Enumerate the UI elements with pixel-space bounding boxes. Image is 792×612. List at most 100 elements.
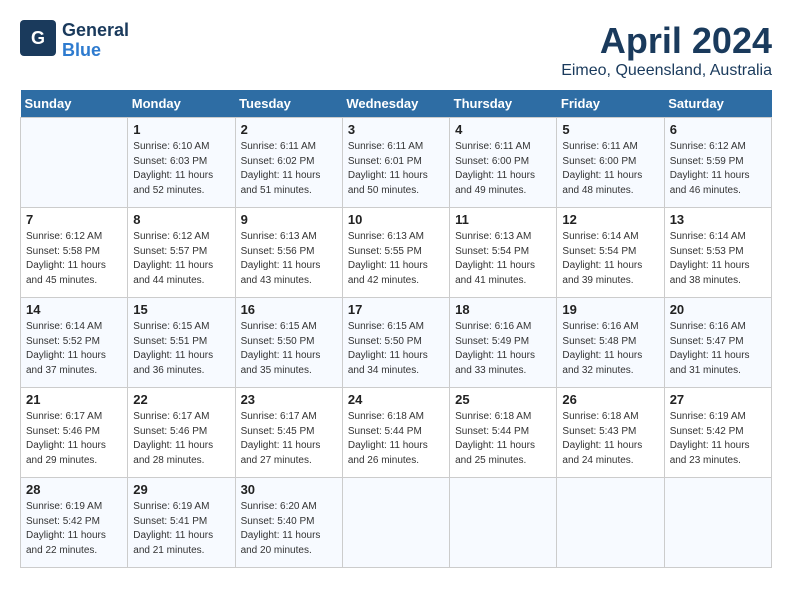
header-monday: Monday — [128, 90, 235, 118]
day-info: Sunrise: 6:17 AM Sunset: 5:46 PM Dayligh… — [133, 410, 229, 468]
logo: G General Blue — [20, 20, 129, 61]
logo-text: General Blue — [62, 21, 129, 61]
day-number: 26 — [562, 392, 658, 407]
day-number: 19 — [562, 302, 658, 317]
header-thursday: Thursday — [450, 90, 557, 118]
header-tuesday: Tuesday — [235, 90, 342, 118]
calendar-cell: 8 Sunrise: 6:12 AM Sunset: 5:57 PM Daylig… — [128, 208, 235, 298]
day-info: Sunrise: 6:13 AM Sunset: 5:56 PM Dayligh… — [241, 230, 337, 288]
calendar-cell: 16 Sunrise: 6:15 AM Sunset: 5:50 PM Dayli… — [235, 298, 342, 388]
day-number: 16 — [241, 302, 337, 317]
day-info: Sunrise: 6:17 AM Sunset: 5:46 PM Dayligh… — [26, 410, 122, 468]
day-info: Sunrise: 6:14 AM Sunset: 5:53 PM Dayligh… — [670, 230, 766, 288]
calendar-cell: 25Sunrise: 6:18 AM Sunset: 5:44 PM Dayli… — [450, 388, 557, 478]
calendar-table: SundayMondayTuesdayWednesdayThursdayFrid… — [20, 90, 772, 568]
header-sunday: Sunday — [21, 90, 128, 118]
day-number: 7 — [26, 212, 122, 227]
calendar-cell: 29Sunrise: 6:19 AM Sunset: 5:41 PM Dayli… — [128, 478, 235, 568]
week-row-2: 7 Sunrise: 6:12 AM Sunset: 5:58 PM Daylig… — [21, 208, 772, 298]
calendar-cell: 6 Sunrise: 6:12 AM Sunset: 5:59 PM Daylig… — [664, 118, 771, 208]
day-number: 29 — [133, 482, 229, 497]
header-wednesday: Wednesday — [342, 90, 449, 118]
day-number: 24 — [348, 392, 444, 407]
svg-text:G: G — [31, 28, 45, 48]
calendar-cell: 23 Sunrise: 6:17 AM Sunset: 5:45 PM Dayli… — [235, 388, 342, 478]
day-number: 10 — [348, 212, 444, 227]
calendar-cell: 1 Sunrise: 6:10 AM Sunset: 6:03 PM Daylig… — [128, 118, 235, 208]
calendar-cell: 22Sunrise: 6:17 AM Sunset: 5:46 PM Dayli… — [128, 388, 235, 478]
day-number: 27 — [670, 392, 766, 407]
day-info: Sunrise: 6:18 AM Sunset: 5:44 PM Dayligh… — [455, 410, 551, 468]
month-title: April 2024 — [561, 20, 772, 62]
day-info: Sunrise: 6:13 AM Sunset: 5:54 PM Dayligh… — [455, 230, 551, 288]
day-number: 5 — [562, 122, 658, 137]
day-number: 6 — [670, 122, 766, 137]
day-info: Sunrise: 6:16 AM Sunset: 5:49 PM Dayligh… — [455, 320, 551, 378]
calendar-cell: 26 Sunrise: 6:18 AM Sunset: 5:43 PM Dayli… — [557, 388, 664, 478]
day-info: Sunrise: 6:19 AM Sunset: 5:42 PM Dayligh… — [26, 500, 122, 558]
day-info: Sunrise: 6:15 AM Sunset: 5:50 PM Dayligh… — [348, 320, 444, 378]
calendar-cell: 12Sunrise: 6:14 AM Sunset: 5:54 PM Dayli… — [557, 208, 664, 298]
day-number: 12 — [562, 212, 658, 227]
calendar-cell: 2 Sunrise: 6:11 AM Sunset: 6:02 PM Daylig… — [235, 118, 342, 208]
day-number: 18 — [455, 302, 551, 317]
calendar-cell — [450, 478, 557, 568]
calendar-cell: 30 Sunrise: 6:20 AM Sunset: 5:40 PM Dayli… — [235, 478, 342, 568]
day-info: Sunrise: 6:11 AM Sunset: 6:00 PM Dayligh… — [455, 140, 551, 198]
day-number: 15 — [133, 302, 229, 317]
day-info: Sunrise: 6:11 AM Sunset: 6:00 PM Dayligh… — [562, 140, 658, 198]
day-info: Sunrise: 6:12 AM Sunset: 5:59 PM Dayligh… — [670, 140, 766, 198]
day-info: Sunrise: 6:10 AM Sunset: 6:03 PM Dayligh… — [133, 140, 229, 198]
day-info: Sunrise: 6:11 AM Sunset: 6:01 PM Dayligh… — [348, 140, 444, 198]
day-number: 21 — [26, 392, 122, 407]
day-number: 17 — [348, 302, 444, 317]
day-number: 4 — [455, 122, 551, 137]
day-number: 20 — [670, 302, 766, 317]
header-saturday: Saturday — [664, 90, 771, 118]
week-row-5: 28 Sunrise: 6:19 AM Sunset: 5:42 PM Dayli… — [21, 478, 772, 568]
page-header: G General Blue April 2024 Eimeo, Queensl… — [20, 20, 772, 80]
calendar-cell: 24 Sunrise: 6:18 AM Sunset: 5:44 PM Dayli… — [342, 388, 449, 478]
day-number: 2 — [241, 122, 337, 137]
day-number: 9 — [241, 212, 337, 227]
day-info: Sunrise: 6:12 AM Sunset: 5:58 PM Dayligh… — [26, 230, 122, 288]
logo-icon: G — [20, 20, 56, 56]
day-number: 30 — [241, 482, 337, 497]
day-info: Sunrise: 6:16 AM Sunset: 5:48 PM Dayligh… — [562, 320, 658, 378]
day-number: 23 — [241, 392, 337, 407]
day-info: Sunrise: 6:15 AM Sunset: 5:50 PM Dayligh… — [241, 320, 337, 378]
calendar-cell: 7 Sunrise: 6:12 AM Sunset: 5:58 PM Daylig… — [21, 208, 128, 298]
day-number: 1 — [133, 122, 229, 137]
day-number: 8 — [133, 212, 229, 227]
calendar-header-row: SundayMondayTuesdayWednesdayThursdayFrid… — [21, 90, 772, 118]
day-info: Sunrise: 6:17 AM Sunset: 5:45 PM Dayligh… — [241, 410, 337, 468]
day-info: Sunrise: 6:12 AM Sunset: 5:57 PM Dayligh… — [133, 230, 229, 288]
calendar-cell: 27 Sunrise: 6:19 AM Sunset: 5:42 PM Dayli… — [664, 388, 771, 478]
day-info: Sunrise: 6:13 AM Sunset: 5:55 PM Dayligh… — [348, 230, 444, 288]
day-info: Sunrise: 6:14 AM Sunset: 5:52 PM Dayligh… — [26, 320, 122, 378]
day-info: Sunrise: 6:15 AM Sunset: 5:51 PM Dayligh… — [133, 320, 229, 378]
day-info: Sunrise: 6:18 AM Sunset: 5:43 PM Dayligh… — [562, 410, 658, 468]
day-info: Sunrise: 6:18 AM Sunset: 5:44 PM Dayligh… — [348, 410, 444, 468]
calendar-cell: 13Sunrise: 6:14 AM Sunset: 5:53 PM Dayli… — [664, 208, 771, 298]
calendar-cell: 15 Sunrise: 6:15 AM Sunset: 5:51 PM Dayli… — [128, 298, 235, 388]
day-number: 14 — [26, 302, 122, 317]
day-number: 28 — [26, 482, 122, 497]
calendar-cell — [664, 478, 771, 568]
day-info: Sunrise: 6:16 AM Sunset: 5:47 PM Dayligh… — [670, 320, 766, 378]
calendar-cell: 5 Sunrise: 6:11 AM Sunset: 6:00 PM Daylig… — [557, 118, 664, 208]
day-info: Sunrise: 6:20 AM Sunset: 5:40 PM Dayligh… — [241, 500, 337, 558]
calendar-cell — [342, 478, 449, 568]
calendar-cell: 21 Sunrise: 6:17 AM Sunset: 5:46 PM Dayli… — [21, 388, 128, 478]
calendar-cell: 10 Sunrise: 6:13 AM Sunset: 5:55 PM Dayli… — [342, 208, 449, 298]
calendar-cell: 28 Sunrise: 6:19 AM Sunset: 5:42 PM Dayli… — [21, 478, 128, 568]
day-info: Sunrise: 6:11 AM Sunset: 6:02 PM Dayligh… — [241, 140, 337, 198]
calendar-cell: 9 Sunrise: 6:13 AM Sunset: 5:56 PM Daylig… — [235, 208, 342, 298]
calendar-cell — [557, 478, 664, 568]
week-row-1: 1 Sunrise: 6:10 AM Sunset: 6:03 PM Daylig… — [21, 118, 772, 208]
day-info: Sunrise: 6:19 AM Sunset: 5:42 PM Dayligh… — [670, 410, 766, 468]
calendar-cell — [21, 118, 128, 208]
day-number: 11 — [455, 212, 551, 227]
calendar-cell: 14 Sunrise: 6:14 AM Sunset: 5:52 PM Dayli… — [21, 298, 128, 388]
header-friday: Friday — [557, 90, 664, 118]
